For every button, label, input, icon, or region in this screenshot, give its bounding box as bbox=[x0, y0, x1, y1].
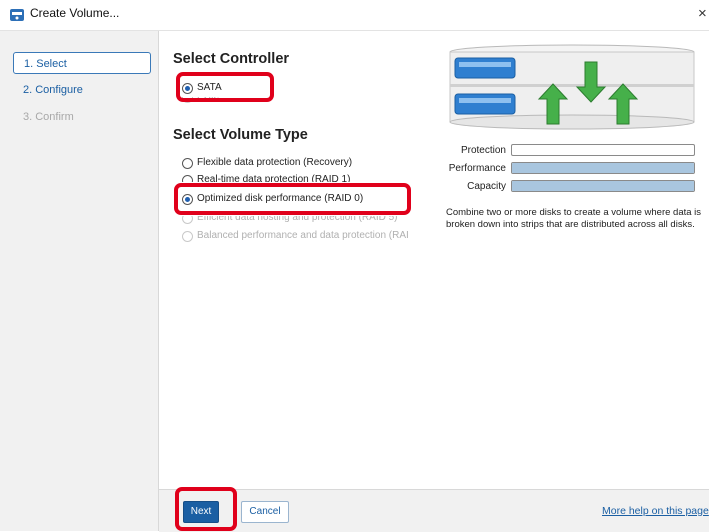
volume-option-label: Efficient data hosting and protection (R… bbox=[197, 216, 398, 223]
radio-button[interactable] bbox=[182, 175, 193, 182]
wizard-sidebar: 1. Select 2. Configure 3. Confirm bbox=[0, 31, 159, 531]
volume-option-raid5: Efficient data hosting and protection (R… bbox=[182, 216, 432, 226]
radio-button[interactable] bbox=[182, 158, 193, 169]
radio-button bbox=[182, 216, 193, 224]
volume-option-label: Real-time data protection (RAID 1) bbox=[197, 174, 351, 182]
capacity-label: Capacity bbox=[467, 181, 506, 192]
wizard-step-configure[interactable]: 2. Configure bbox=[13, 79, 151, 101]
wizard-step-select[interactable]: 1. Select bbox=[13, 52, 151, 74]
protection-label: Protection bbox=[460, 145, 506, 156]
capacity-meter-fill bbox=[512, 181, 694, 191]
raid0-highlight-box bbox=[174, 183, 411, 215]
help-link[interactable]: More help on this page bbox=[602, 505, 709, 517]
performance-label: Performance bbox=[448, 163, 506, 174]
radio-button bbox=[182, 231, 193, 242]
volume-option-label: Balanced performance and data protection… bbox=[197, 230, 409, 241]
volume-option-label: Flexible data protection (Recovery) bbox=[197, 157, 353, 168]
capacity-meter bbox=[511, 180, 695, 192]
close-icon[interactable]: × bbox=[698, 4, 709, 24]
volume-option-balanced: Balanced performance and data protection… bbox=[182, 228, 432, 244]
raid-disk-stack-icon bbox=[449, 44, 695, 130]
drive-volume-icon bbox=[10, 9, 24, 21]
select-volume-type-title: Select Volume Type bbox=[173, 127, 308, 143]
performance-meter-fill bbox=[512, 163, 694, 173]
select-controller-title: Select Controller bbox=[173, 51, 290, 67]
protection-meter bbox=[511, 144, 695, 156]
title-bar: Create Volume... × bbox=[0, 0, 709, 31]
wizard-step-confirm: 3. Confirm bbox=[23, 111, 74, 123]
performance-meter bbox=[511, 162, 695, 174]
cancel-button[interactable]: Cancel bbox=[241, 501, 289, 523]
volume-type-description: Combine two or more disks to create a vo… bbox=[446, 207, 702, 230]
sata-highlight-box bbox=[176, 72, 274, 102]
window-title: Create Volume... bbox=[30, 6, 120, 20]
next-highlight-box bbox=[175, 487, 237, 531]
